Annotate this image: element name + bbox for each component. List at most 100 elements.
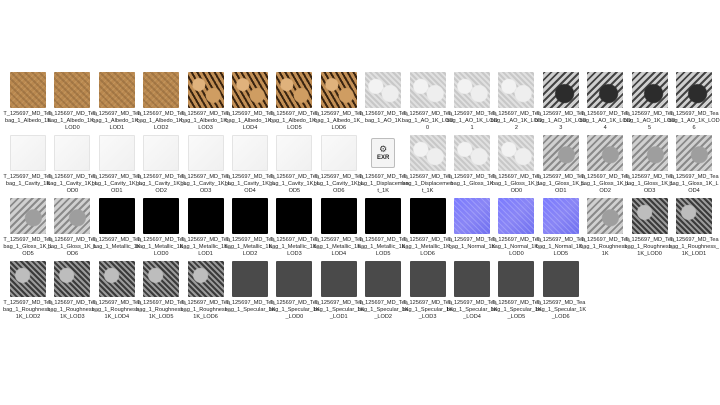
file-item[interactable]: T_125697_MD_Teabag_1_Albedo_1K_LOD2: [137, 72, 186, 134]
file-thumbnail: [542, 261, 579, 297]
file-thumbnail: [454, 261, 490, 297]
file-thumbnail: [54, 198, 91, 234]
file-thumbnail: [498, 135, 535, 171]
file-thumbnail: [587, 72, 624, 108]
file-item[interactable]: T_125697_MD_Teabag_1_AO_1K_LOD1: [446, 72, 498, 134]
file-thumbnail: [10, 198, 46, 234]
file-item[interactable]: T_125697_MD_Teabag_1_Albedo_1K: [3, 72, 53, 134]
file-item[interactable]: T_125697_MD_Teabag_1_Cavity_1K_LOD2: [136, 135, 186, 197]
file-name: T_125697_MD_Teabag_1_AO_1K_LOD6: [668, 111, 720, 131]
exr-file-icon: ⚙ EXR: [365, 135, 402, 171]
file-item[interactable]: T_125697_MD_Teabag_1_Gloss_1K_LOD2: [581, 135, 630, 197]
file-thumbnail: [143, 198, 180, 234]
file-item[interactable]: T_125697_MD_Teabag_1_AO_1K_LOD0: [402, 72, 453, 134]
file-thumbnail-grid: T_125697_MD_Teabag_1_Albedo_1K T_125697_M…: [3, 72, 720, 342]
file-item[interactable]: T_125697_MD_Teabag_1_Cavity_1K_LOD1: [92, 135, 142, 197]
file-item[interactable]: ⚙ EXR T_125697_MD_Teabag_1_Displacement_1K: [358, 135, 409, 197]
file-item[interactable]: T_125697_MD_Teabag_1_Cavity_1K_LOD4: [225, 135, 275, 197]
file-thumbnail: [365, 261, 402, 297]
file-item[interactable]: T_125697_MD_Teabag_1_Specular_1K_LOD0: [269, 261, 320, 323]
file-thumbnail: [54, 261, 91, 297]
file-item[interactable]: T_125697_MD_Teabag_1_Gloss_1K_LOD5: [3, 198, 53, 260]
file-item[interactable]: T_125697_MD_Teabag_1_Albedo_1K_LOD1: [92, 72, 141, 134]
file-thumbnail: [498, 198, 535, 234]
file-item[interactable]: T_125697_MD_Teabag_1_Metallic_1K_LOD1: [180, 198, 231, 260]
file-thumbnail: [187, 135, 224, 171]
file-item[interactable]: T_125697_MD_Teabag_1_Specular_1K_LOD1: [313, 261, 364, 323]
file-item[interactable]: T_125697_MD_Teabag_1_Cavity_1K_LOD0: [47, 135, 98, 197]
file-thumbnail: [143, 72, 180, 108]
file-item[interactable]: T_125697_MD_Teabag_1_Cavity_1K_LOD5: [269, 135, 320, 197]
file-item[interactable]: T_125697_MD_Teabag_1_Roughness_1K_LOD4: [92, 261, 142, 323]
file-item[interactable]: T_125697_MD_Teabag_1_Roughness_1K_LOD1: [669, 198, 719, 260]
file-item[interactable]: T_125697_MD_Teabag_1_Specular_1K_LOD6: [535, 261, 586, 323]
file-item[interactable]: T_125697_MD_Teabag_1_Cavity_1K: [3, 135, 53, 197]
file-item[interactable]: T_125697_MD_Teabag_1_AO_1K_LOD3: [535, 72, 586, 134]
file-thumbnail: [54, 135, 91, 171]
file-thumbnail: [454, 135, 490, 171]
file-item[interactable]: T_125697_MD_Teabag_1_Cavity_1K_LOD3: [180, 135, 231, 197]
file-thumbnail: [454, 198, 490, 234]
file-item[interactable]: T_125697_MD_Teabag_1_Normal_1K_LOD5: [536, 198, 586, 260]
file-item[interactable]: T_125697_MD_Teabag_1_Gloss_1K_LOD0: [492, 135, 541, 197]
file-item[interactable]: T_125697_MD_Teabag_1_Specular_1K_LOD2: [358, 261, 409, 323]
file-thumbnail: [631, 198, 668, 234]
file-item[interactable]: T_125697_MD_Teabag_1_AO_1K: [359, 72, 408, 134]
file-thumbnail: [98, 135, 135, 171]
file-item[interactable]: T_125697_MD_Teabag_1_Albedo_1K_LOD6: [314, 72, 363, 134]
file-thumbnail: [676, 198, 712, 234]
file-name: T_125697_MD_Teabag_1_Gloss_1K_LOD4: [669, 174, 719, 194]
file-item[interactable]: T_125697_MD_Teabag_1_Albedo_1K_LOD5: [270, 72, 319, 134]
file-item[interactable]: T_125697_MD_Teabag_1_Gloss_1K: [447, 135, 497, 197]
file-thumbnail: [10, 72, 46, 108]
file-thumbnail: [320, 198, 357, 234]
file-item[interactable]: T_125697_MD_Teabag_1_Metallic_1K_LOD4: [313, 198, 364, 260]
file-item[interactable]: T_125697_MD_Teabag_1_Metallic_1K: [92, 198, 141, 260]
file-item[interactable]: T_125697_MD_Teabag_1_Displacement_1K: [402, 135, 453, 197]
file-item[interactable]: T_125697_MD_Teabag_1_Metallic_1K_LOD6: [402, 198, 453, 260]
file-thumbnail: [365, 198, 402, 234]
file-item[interactable]: T_125697_MD_Teabag_1_Normal_1K: [447, 198, 497, 260]
file-thumbnail: [276, 72, 313, 108]
file-item[interactable]: T_125697_MD_Teabag_1_Roughness_1K_LOD6: [181, 261, 231, 323]
file-thumbnail: [631, 72, 668, 108]
file-thumbnail: [587, 198, 624, 234]
file-item[interactable]: T_125697_MD_Teabag_1_AO_1K_LOD6: [668, 72, 720, 134]
file-item[interactable]: T_125697_MD_Teabag_1_Roughness_1K_LOD3: [47, 261, 97, 323]
file-thumbnail: [54, 72, 91, 108]
file-item[interactable]: T_125697_MD_Teabag_1_Specular_1K_LOD3: [402, 261, 453, 323]
file-thumbnail: [232, 72, 268, 108]
file-item[interactable]: T_125697_MD_Teabag_1_Cavity_1K_LOD6: [314, 135, 364, 197]
file-thumbnail: [409, 135, 446, 171]
file-item[interactable]: T_125697_MD_Teabag_1_Albedo_1K_LOD4: [225, 72, 275, 134]
file-thumbnail: [409, 72, 446, 108]
file-item[interactable]: T_125697_MD_Teabag_1_Gloss_1K_LOD4: [669, 135, 719, 197]
file-item[interactable]: T_125697_MD_Teabag_1_Metallic_1K_LOD5: [358, 198, 409, 260]
file-item[interactable]: T_125697_MD_Teabag_1_AO_1K_LOD2: [491, 72, 542, 134]
file-item[interactable]: T_125697_MD_Teabag_1_Specular_1K_LOD5: [491, 261, 542, 323]
file-item[interactable]: T_125697_MD_Teabag_1_Normal_1K_LOD0: [492, 198, 541, 260]
file-item[interactable]: T_125697_MD_Teabag_1_Roughness_1K: [580, 198, 630, 260]
file-thumbnail: [365, 72, 402, 108]
file-item[interactable]: T_125697_MD_Teabag_1_Roughness_1K_LOD0: [625, 198, 675, 260]
file-item[interactable]: T_125697_MD_Teabag_1_Gloss_1K_LOD3: [625, 135, 674, 197]
file-item[interactable]: T_125697_MD_Teabag_1_Albedo_1K_LOD3: [181, 72, 230, 134]
file-item[interactable]: T_125697_MD_Teabag_1_Metallic_1K_LOD3: [269, 198, 320, 260]
file-item[interactable]: T_125697_MD_Teabag_1_Specular_1K: [225, 261, 275, 323]
file-item[interactable]: T_125697_MD_Teabag_1_AO_1K_LOD4: [580, 72, 631, 134]
file-item[interactable]: T_125697_MD_Teabag_1_Specular_1K_LOD4: [447, 261, 497, 323]
file-item[interactable]: T_125697_MD_Teabag_1_AO_1K_LOD5: [624, 72, 675, 134]
file-thumbnail: [98, 72, 135, 108]
file-thumbnail: [98, 198, 135, 234]
file-thumbnail: [409, 198, 446, 234]
file-item[interactable]: T_125697_MD_Teabag_1_Metallic_1K_LOD2: [225, 198, 275, 260]
file-item[interactable]: T_125697_MD_Teabag_1_Roughness_1K_LOD5: [136, 261, 186, 323]
file-item[interactable]: T_125697_MD_Teabag_1_Gloss_1K_LOD6: [48, 198, 97, 260]
file-thumbnail: [276, 261, 313, 297]
file-item[interactable]: T_125697_MD_Teabag_1_Roughness_1K_LOD2: [3, 261, 53, 323]
file-item[interactable]: T_125697_MD_Teabag_1_Albedo_1K_LOD0: [48, 72, 97, 134]
file-thumbnail: [498, 261, 535, 297]
file-item[interactable]: T_125697_MD_Teabag_1_Metallic_1K_LOD0: [136, 198, 187, 260]
file-thumbnail: [320, 72, 357, 108]
file-item[interactable]: T_125697_MD_Teabag_1_Gloss_1K_LOD1: [536, 135, 585, 197]
